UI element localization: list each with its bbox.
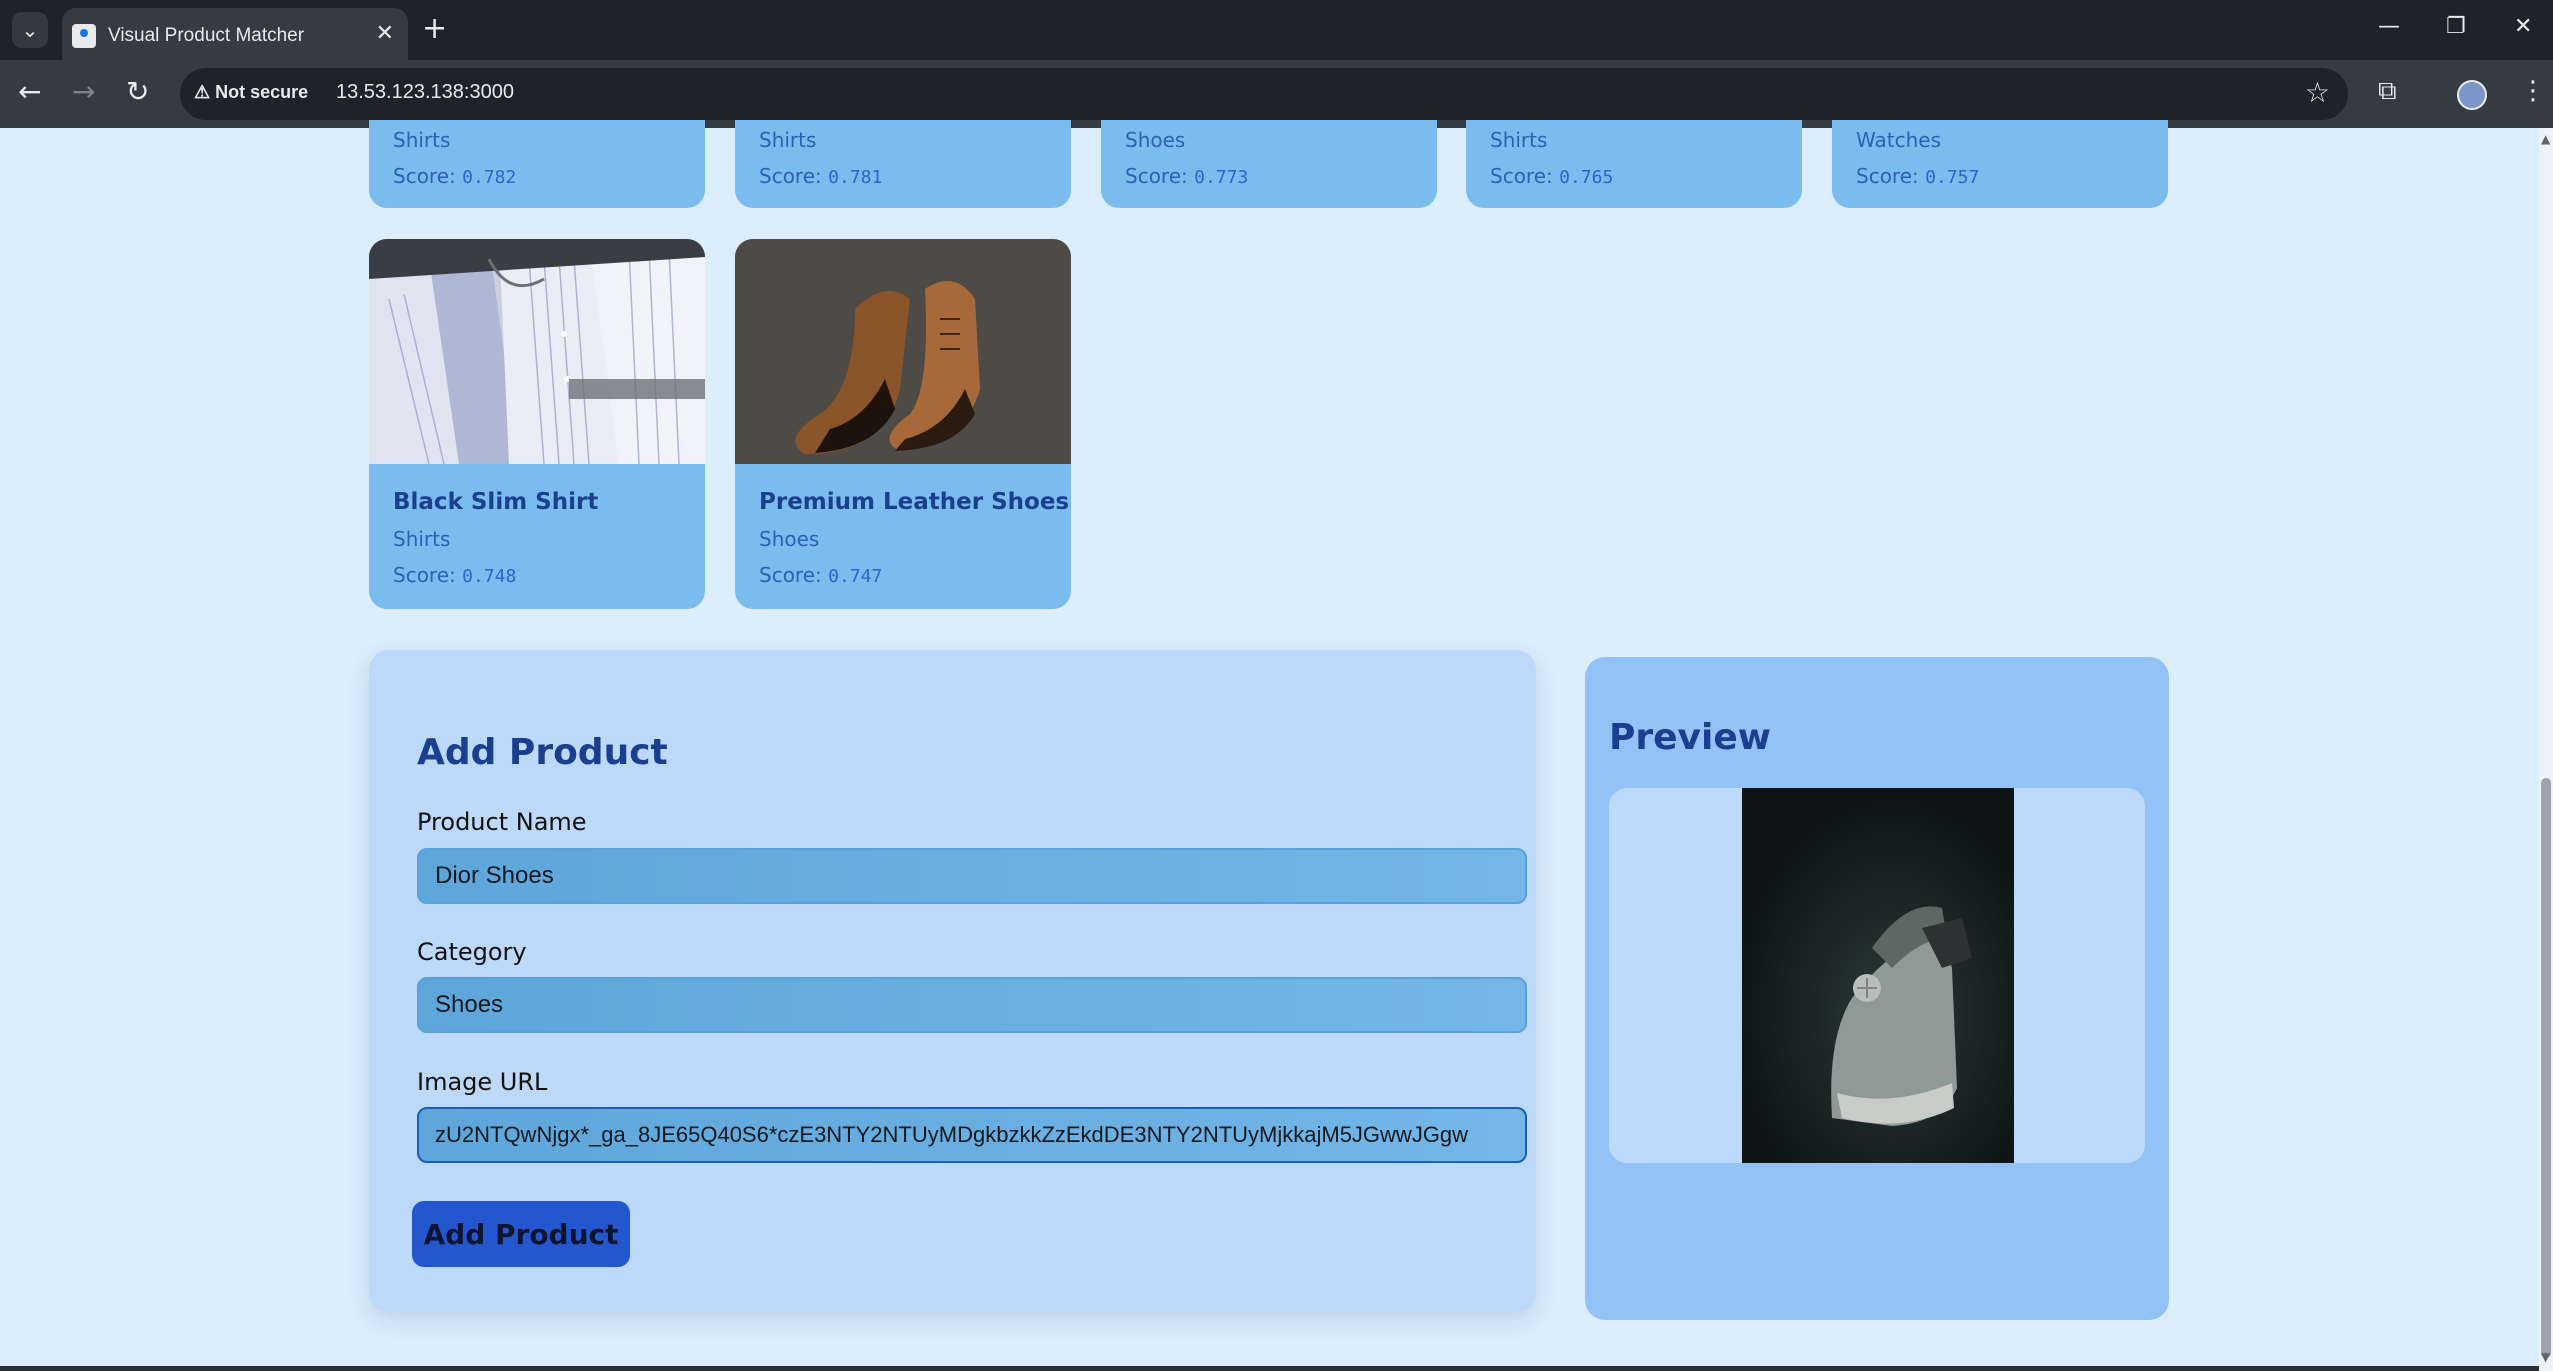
address-bar[interactable]: ⚠ Not secure 13.53.123.138:3000 ☆: [180, 68, 2348, 120]
tab-title: Visual Product Matcher: [108, 25, 305, 46]
card-score: Score: 0.765: [1490, 164, 1614, 188]
preview-box: [1609, 788, 2145, 1163]
bookmark-star-icon[interactable]: ☆: [2305, 76, 2330, 109]
card-score: Score: 0.781: [759, 164, 883, 188]
category-label: Category: [417, 938, 527, 966]
card-category: Shirts: [393, 128, 451, 152]
add-product-button[interactable]: Add Product: [412, 1201, 630, 1267]
close-window-icon[interactable]: ✕: [2514, 14, 2532, 39]
scroll-up-icon[interactable]: ▲: [2541, 132, 2550, 146]
preview-panel: Preview: [1585, 657, 2169, 1320]
form-title: Add Product: [417, 732, 668, 773]
card-score: Score: 0.757: [1856, 164, 1980, 188]
favicon-icon: [72, 24, 96, 48]
extensions-icon[interactable]: ⧉: [2378, 76, 2397, 107]
window-bottom-edge: [0, 1366, 2539, 1371]
result-card[interactable]: Shirts Score: 0.781: [735, 120, 1071, 208]
image-url-input[interactable]: [417, 1107, 1527, 1163]
browser-tab[interactable]: Visual Product Matcher ✕: [62, 8, 408, 60]
url-text[interactable]: 13.53.123.138:3000: [336, 81, 514, 104]
preview-title: Preview: [1609, 717, 1772, 758]
page-scrollbar[interactable]: ▲ ▼: [2539, 128, 2553, 1371]
new-tab-icon[interactable]: +: [422, 12, 447, 46]
scroll-down-icon[interactable]: ▼: [2541, 1350, 2550, 1364]
browser-toolbar: ← → ↻ ⚠ Not secure 13.53.123.138:3000 ☆ …: [0, 60, 2553, 128]
card-category: Shirts: [759, 128, 817, 152]
close-tab-icon[interactable]: ✕: [376, 21, 394, 46]
category-input[interactable]: [417, 977, 1527, 1033]
card-score: Score: 0.782: [393, 164, 517, 188]
shirts-image: [369, 239, 705, 464]
card-category: Shirts: [1490, 128, 1548, 152]
image-url-label: Image URL: [417, 1068, 548, 1096]
card-category: Shirts: [393, 527, 451, 551]
forward-icon[interactable]: →: [72, 76, 95, 108]
leather-shoes-image: [735, 239, 1071, 464]
card-score: Score: 0.773: [1125, 164, 1249, 188]
card-score: Score: 0.748: [393, 563, 517, 587]
card-score: Score: 0.747: [759, 563, 883, 587]
result-card[interactable]: Shoes Score: 0.773: [1101, 120, 1437, 208]
tab-search-dropdown-icon[interactable]: ⌄: [12, 12, 48, 48]
reload-icon[interactable]: ↻: [126, 76, 149, 108]
card-title: Premium Leather Shoes: [759, 489, 1070, 515]
card-category: Shoes: [759, 527, 820, 551]
result-card[interactable]: Black Slim Shirt Shirts Score: 0.748: [369, 239, 705, 609]
minimize-icon[interactable]: —: [2378, 14, 2400, 39]
browser-tab-bar: ⌄ Visual Product Matcher ✕ + — ❐ ✕: [0, 0, 2553, 60]
add-product-form: Add Product Product Name Category Image …: [369, 650, 1536, 1312]
sneaker-preview-image: [1742, 788, 2014, 1163]
result-card[interactable]: Watches Score: 0.757: [1832, 120, 2168, 208]
restore-icon[interactable]: ❐: [2446, 14, 2466, 39]
security-label: Not secure: [215, 82, 309, 102]
card-category: Shoes: [1125, 128, 1186, 152]
product-name-label: Product Name: [417, 808, 587, 836]
security-indicator[interactable]: ⚠ Not secure: [194, 82, 308, 103]
result-card[interactable]: Shirts Score: 0.782: [369, 120, 705, 208]
profile-avatar[interactable]: [2457, 80, 2487, 110]
scrollbar-thumb[interactable]: [2541, 778, 2551, 1358]
menu-icon[interactable]: ⋮: [2520, 76, 2546, 106]
card-title: Black Slim Shirt: [393, 489, 599, 515]
card-category: Watches: [1856, 128, 1941, 152]
result-card[interactable]: Shirts Score: 0.765: [1466, 120, 1802, 208]
result-card[interactable]: Premium Leather Shoes Shoes Score: 0.747: [735, 239, 1071, 609]
product-name-input[interactable]: [417, 848, 1527, 904]
back-icon[interactable]: ←: [18, 76, 41, 108]
